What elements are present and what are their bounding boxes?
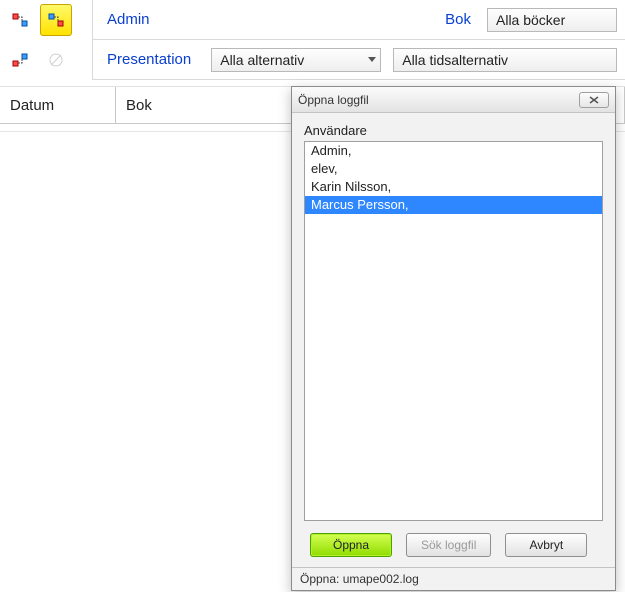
user-list-label: Användare xyxy=(304,123,603,138)
combo-time[interactable]: Alla tidsalternativ xyxy=(393,48,617,72)
combo-presentation-value: Alla alternativ xyxy=(220,52,304,68)
tool-split-d xyxy=(40,44,72,76)
tool-split-c[interactable] xyxy=(4,44,36,76)
list-item[interactable]: Admin, xyxy=(305,142,602,160)
cancel-button[interactable]: Avbryt xyxy=(505,533,587,557)
combo-books-value: Alla böcker xyxy=(496,12,565,28)
col-datum[interactable]: Datum xyxy=(0,87,116,123)
dialog-status: Öppna: umape002.log xyxy=(292,567,615,590)
bok-label: Bok xyxy=(439,11,477,28)
list-item[interactable]: elev, xyxy=(305,160,602,178)
dialog-title: Öppna loggfil xyxy=(298,93,579,107)
user-label: Admin xyxy=(101,11,156,28)
list-item[interactable]: Marcus Persson, xyxy=(305,196,602,214)
tool-split-a[interactable] xyxy=(4,4,36,36)
user-listbox[interactable]: Admin,elev,Karin Nilsson,Marcus Persson, xyxy=(304,141,603,521)
close-button[interactable] xyxy=(579,92,609,108)
search-logfile-button: Sök loggfil xyxy=(406,533,491,557)
presentation-label: Presentation xyxy=(101,51,197,68)
tool-split-b[interactable] xyxy=(40,4,72,36)
combo-books[interactable]: Alla böcker xyxy=(487,8,617,32)
combo-presentation[interactable]: Alla alternativ xyxy=(211,48,381,72)
open-button[interactable]: Öppna xyxy=(310,533,392,557)
list-item[interactable]: Karin Nilsson, xyxy=(305,178,602,196)
combo-time-value: Alla tidsalternativ xyxy=(402,52,508,68)
chevron-down-icon xyxy=(368,57,376,62)
dialog-titlebar[interactable]: Öppna loggfil xyxy=(292,87,615,113)
close-icon xyxy=(588,95,600,105)
open-logfile-dialog: Öppna loggfil Användare Admin,elev,Karin… xyxy=(291,86,616,591)
